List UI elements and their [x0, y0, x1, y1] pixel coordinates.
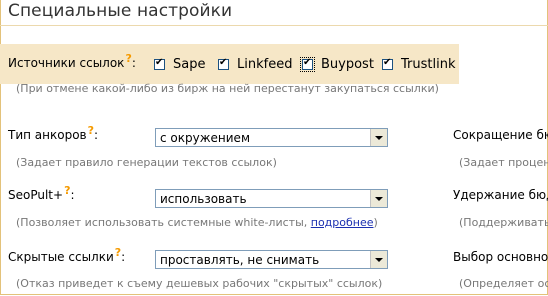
- title-divider: [0, 25, 548, 26]
- chevron-down-icon[interactable]: [370, 129, 387, 146]
- checkbox-buypost[interactable]: Buypost: [300, 57, 374, 72]
- label-colon: :: [94, 128, 99, 142]
- seopult-label: SeoPult+: [8, 188, 64, 202]
- anchor-type-label: Тип анкоров: [8, 128, 87, 142]
- help-icon[interactable]: ?: [64, 184, 70, 197]
- hidden-links-hint: (Отказ приведет к съему дешевых рабочих …: [16, 277, 383, 290]
- checkbox-box[interactable]: [300, 57, 315, 72]
- chevron-down-icon[interactable]: [370, 190, 387, 207]
- seopult-select[interactable]: использовать: [155, 189, 388, 208]
- hidden-links-label: Скрытые ссылки: [8, 250, 114, 264]
- checkbox-box[interactable]: [218, 57, 229, 70]
- anchor-type-label-group: Тип анкоров?:: [8, 124, 99, 142]
- help-icon[interactable]: ?: [125, 52, 131, 65]
- label-colon: :: [131, 56, 136, 70]
- checkbox-label: Trustlink: [401, 57, 456, 72]
- anchor-type-hint: (Задает правило генерации текстов ссылок…: [16, 156, 277, 169]
- label-colon: :: [70, 188, 75, 202]
- main-choice-hint: (Определяет ос: [459, 277, 548, 290]
- seopult-hint-text: (Позволяет использовать системные white-…: [16, 216, 311, 229]
- checkbox-box[interactable]: [154, 57, 165, 70]
- label-colon: :: [121, 250, 126, 264]
- checkbox-label: Linkfeed: [237, 57, 293, 72]
- checkbox-box[interactable]: [382, 57, 393, 70]
- select-value: с окружением: [160, 131, 250, 145]
- seopult-label-group: SeoPult+?:: [8, 184, 75, 202]
- sources-label-group: Источники ссылок?:: [8, 52, 136, 70]
- main-choice-label: Выбор основно: [453, 250, 548, 264]
- checkbox-trustlink[interactable]: Trustlink: [382, 57, 455, 72]
- sources-hint: (При отмене какой-либо из бирж на ней пе…: [16, 82, 439, 95]
- anchor-type-select[interactable]: с окружением: [155, 128, 388, 147]
- budget-reduction-label: Сокращение бю: [453, 128, 548, 142]
- chevron-down-icon[interactable]: [370, 251, 387, 268]
- checkbox-label: Sape: [173, 57, 206, 72]
- checkbox-sape[interactable]: Sape: [154, 57, 205, 72]
- select-value: проставлять, не снимать: [160, 253, 320, 267]
- budget-reduction-hint: (Задает процен: [459, 156, 548, 169]
- help-icon[interactable]: ?: [88, 124, 94, 137]
- more-link[interactable]: подробнее: [311, 216, 374, 229]
- budget-hold-hint: (Поддерживать: [459, 216, 548, 229]
- sources-label: Источники ссылок: [8, 56, 125, 70]
- hidden-links-select[interactable]: проставлять, не снимать: [155, 250, 388, 269]
- page-title: Специальные настройки: [8, 1, 233, 21]
- hidden-links-label-group: Скрытые ссылки?:: [8, 246, 126, 264]
- budget-hold-label: Удержание бюд: [453, 188, 548, 202]
- help-icon[interactable]: ?: [115, 246, 121, 259]
- seopult-hint: (Позволяет использовать системные white-…: [16, 216, 378, 229]
- seopult-hint-end: ): [373, 216, 378, 229]
- select-value: использовать: [160, 192, 247, 206]
- checkbox-label: Buypost: [321, 57, 374, 72]
- checkbox-linkfeed[interactable]: Linkfeed: [218, 57, 292, 72]
